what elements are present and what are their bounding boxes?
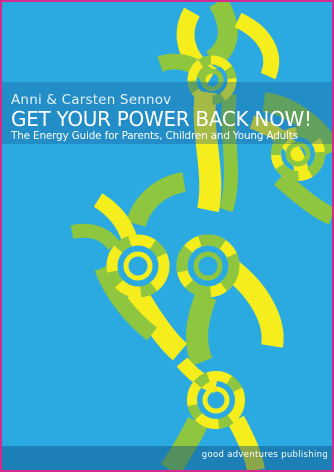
book-subtitle: The Energy Guide for Parents, Children a… bbox=[11, 130, 299, 142]
book-cover: Anni & Carsten Sennov GET YOUR POWER BAC… bbox=[0, 0, 334, 472]
book-title: GET YOUR POWER BACK NOW! bbox=[11, 107, 312, 131]
publisher-name: good adventures publishing bbox=[201, 450, 328, 460]
author-name: Anni & Carsten Sennov bbox=[11, 92, 172, 108]
interlocking-rings-pattern bbox=[70, 2, 332, 470]
